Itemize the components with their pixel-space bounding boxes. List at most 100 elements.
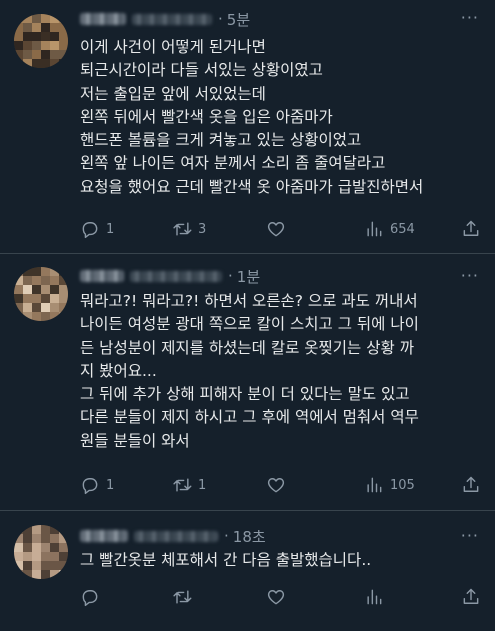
avatar-pixel (14, 534, 23, 543)
views-chart-icon (367, 477, 382, 493)
avatar-pixel (59, 312, 68, 321)
avatar-pixel (41, 50, 50, 59)
tweet-header: · 5분 (80, 9, 250, 29)
avatar-pixel (50, 59, 59, 68)
avatar-pixel (59, 32, 68, 41)
share-button[interactable] (461, 587, 481, 607)
avatar-pixel (50, 552, 59, 561)
tweet-header: · 18초 (80, 526, 266, 546)
avatar-pixel (59, 534, 68, 543)
avatar-pixel (14, 285, 23, 294)
avatar-pixel (59, 276, 68, 285)
avatar-pixel (32, 534, 41, 543)
avatar-pixel (23, 14, 32, 23)
more-options-icon[interactable]: ··· (461, 526, 479, 545)
reply-button[interactable]: 1 (80, 219, 114, 239)
avatar-pixel (23, 312, 32, 321)
tweet-1[interactable]: · 5분 ··· 이게 사건이 어떻게 된거나면 퇴근시간이라 다들 서있는 상… (0, 0, 495, 254)
heart-icon (267, 478, 285, 493)
avatar-pixel (50, 303, 59, 312)
retweet-button[interactable] (172, 587, 198, 607)
avatar-pixel (50, 570, 59, 579)
avatar-pixel (32, 50, 41, 59)
like-button[interactable] (266, 219, 292, 239)
views-button[interactable]: 105 (364, 475, 415, 495)
timestamp[interactable]: 5분 (227, 9, 250, 30)
avatar-pixel (32, 32, 41, 41)
avatar-pixel (41, 41, 50, 50)
like-button[interactable] (266, 587, 292, 607)
avatar-pixel (50, 312, 59, 321)
reply-button[interactable] (80, 587, 106, 607)
avatar-pixel (14, 312, 23, 321)
avatar-pixel (50, 285, 59, 294)
avatar-pixel (32, 14, 41, 23)
reply-icon (82, 222, 98, 239)
avatar-pixel (50, 525, 59, 534)
avatar-pixel (23, 570, 32, 579)
retweet-count: 3 (198, 221, 207, 237)
more-options-icon[interactable]: ··· (461, 8, 479, 27)
avatar-pixel (59, 570, 68, 579)
avatar-pixel (14, 552, 23, 561)
avatar-pixel (59, 303, 68, 312)
tweet-header: · 1분 (80, 266, 260, 286)
avatar[interactable] (14, 267, 68, 321)
blurred-display-name[interactable] (80, 530, 128, 542)
timestamp[interactable]: 18초 (233, 526, 266, 547)
avatar-pixel (50, 50, 59, 59)
reply-icon (82, 590, 98, 607)
avatar-pixel (32, 267, 41, 276)
avatar-pixel (32, 285, 41, 294)
blurred-handle[interactable] (130, 270, 222, 282)
avatar-pixel (23, 267, 32, 276)
avatar-pixel (41, 561, 50, 570)
avatar-pixel (59, 41, 68, 50)
avatar-pixel (59, 543, 68, 552)
avatar-pixel (41, 312, 50, 321)
avatar-pixel (32, 570, 41, 579)
avatar-pixel (32, 294, 41, 303)
avatar-pixel (32, 525, 41, 534)
avatar-pixel (41, 267, 50, 276)
share-button[interactable] (461, 219, 481, 239)
retweet-icon (173, 222, 192, 236)
avatar-pixel (23, 32, 32, 41)
avatar[interactable] (14, 525, 68, 579)
views-button[interactable] (364, 587, 390, 607)
avatar-pixel (14, 303, 23, 312)
avatar-pixel (32, 552, 41, 561)
avatar-pixel (23, 276, 32, 285)
blurred-handle[interactable] (134, 530, 218, 542)
avatar-pixel (14, 14, 23, 23)
share-button[interactable] (461, 475, 481, 495)
blurred-display-name[interactable] (80, 13, 126, 25)
more-options-icon[interactable]: ··· (461, 266, 479, 285)
reply-button[interactable]: 1 (80, 475, 114, 495)
avatar-pixel (23, 50, 32, 59)
view-count: 105 (390, 477, 415, 493)
retweet-button[interactable]: 1 (172, 475, 206, 495)
avatar-pixel (41, 303, 50, 312)
tweet-2[interactable]: · 1분 ··· 뭐라고?! 뭐라고?! 하면서 오른손? 으로 과도 꺼내서 … (0, 254, 495, 511)
avatar[interactable] (14, 14, 68, 68)
timestamp[interactable]: 1분 (237, 266, 260, 287)
tweet-3[interactable]: · 18초 ··· 그 빨간옷분 체포해서 간 다음 출발했습니다.. (0, 511, 495, 631)
avatar-pixel (32, 23, 41, 32)
blurred-handle[interactable] (132, 13, 212, 25)
avatar-pixel (32, 276, 41, 285)
views-button[interactable]: 654 (364, 219, 415, 239)
blurred-display-name[interactable] (80, 270, 124, 282)
avatar-pixel (50, 14, 59, 23)
avatar-pixel (14, 525, 23, 534)
avatar-pixel (50, 543, 59, 552)
retweet-icon (173, 478, 192, 492)
avatar-pixel (59, 50, 68, 59)
avatar-pixel (14, 267, 23, 276)
like-button[interactable] (266, 475, 292, 495)
avatar-pixel (14, 50, 23, 59)
avatar-pixel (41, 552, 50, 561)
retweet-button[interactable]: 3 (172, 219, 206, 239)
avatar-pixel (14, 276, 23, 285)
avatar-pixel (59, 552, 68, 561)
